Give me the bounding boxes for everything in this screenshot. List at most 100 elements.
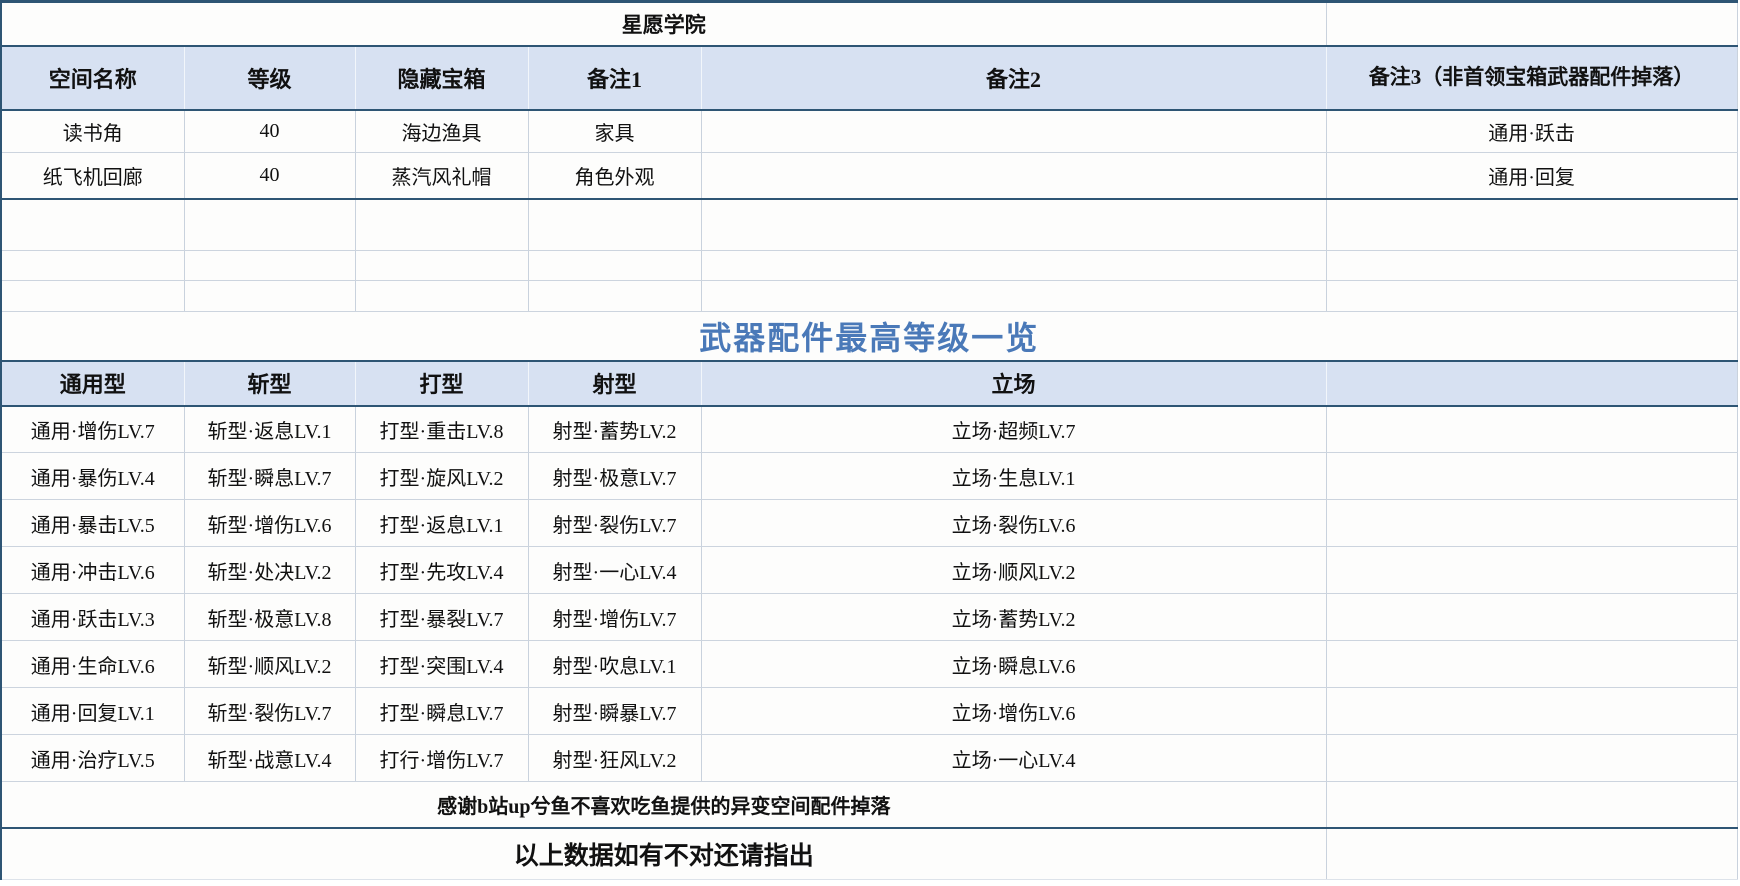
empty-cell [355,199,528,251]
t1-r0-space: 读书角 [1,110,184,153]
t1-r1-level: 40 [184,153,355,199]
empty-cell [184,251,355,281]
t2-cell-empty [1326,641,1737,688]
empty-cell [184,281,355,312]
empty-cell [701,281,1326,312]
empty-row [1,199,1737,251]
credit-note: 感谢b站up兮鱼不喜欢吃鱼提供的异变空间配件掉落 [1,782,1326,828]
t2-cell: 打型·瞬息LV.7 [355,688,528,735]
t2-cell: 打型·返息LV.1 [355,500,528,547]
t2-cell-empty [1326,453,1737,500]
table2-title: 武器配件最高等级一览 [1,312,1737,361]
t1-header-hidden-chest: 隐藏宝箱 [355,46,528,110]
t2-cell: 打型·先攻LV.4 [355,547,528,594]
t2-cell: 射型·一心LV.4 [528,547,701,594]
empty-cell [1,199,184,251]
t1-header-note1: 备注1 [528,46,701,110]
empty-cell [1326,281,1737,312]
t1-r0-note1: 家具 [528,110,701,153]
table1-title-row: 星愿学院 [1,2,1737,46]
table2-row: 通用·冲击LV.6 斩型·处决LV.2 打型·先攻LV.4 射型·一心LV.4 … [1,547,1737,594]
table2-title-row: 武器配件最高等级一览 [1,312,1737,361]
empty-cell [1326,199,1737,251]
disclaimer-note: 以上数据如有不对还请指出 [1,828,1326,880]
table2-row: 通用·暴击LV.5 斩型·增伤LV.6 打型·返息LV.1 射型·裂伤LV.7 … [1,500,1737,547]
empty-row [1,281,1737,312]
empty-cell [1326,251,1737,281]
table1-row: 读书角 40 海边渔具 家具 通用·跃击 [1,110,1737,153]
t2-header-general: 通用型 [1,361,184,406]
t2-cell: 斩型·增伤LV.6 [184,500,355,547]
empty-cell [528,251,701,281]
t1-header-space-name: 空间名称 [1,46,184,110]
t2-cell: 斩型·裂伤LV.7 [184,688,355,735]
t2-cell: 立场·生息LV.1 [701,453,1326,500]
spreadsheet-view: 星愿学院 空间名称 等级 隐藏宝箱 备注1 备注2 备注3（非首领宝箱武器配件掉… [0,0,1740,886]
disclaimer-row: 以上数据如有不对还请指出 [1,828,1737,880]
t2-header-stance: 立场 [701,361,1326,406]
empty-row [1,251,1737,281]
table1-header-row: 空间名称 等级 隐藏宝箱 备注1 备注2 备注3（非首领宝箱武器配件掉落） [1,46,1737,110]
t2-cell: 打行·增伤LV.7 [355,735,528,782]
t2-cell: 斩型·处决LV.2 [184,547,355,594]
empty-cell [701,251,1326,281]
t1-header-note3: 备注3（非首领宝箱武器配件掉落） [1326,46,1737,110]
table2-row: 通用·跃击LV.3 斩型·极意LV.8 打型·暴裂LV.7 射型·增伤LV.7 … [1,594,1737,641]
table1-title-right-empty-cell [1326,2,1737,46]
t2-header-empty [1326,361,1737,406]
table1-title: 星愿学院 [1,2,1326,46]
t2-cell: 通用·暴击LV.5 [1,500,184,547]
table2-row: 通用·暴伤LV.4 斩型·瞬息LV.7 打型·旋风LV.2 射型·极意LV.7 … [1,453,1737,500]
empty-cell [355,281,528,312]
empty-cell [528,281,701,312]
t2-cell: 射型·裂伤LV.7 [528,500,701,547]
t1-r1-note2 [701,153,1326,199]
t2-cell: 斩型·瞬息LV.7 [184,453,355,500]
empty-cell [1,251,184,281]
credit-right-empty-cell [1326,782,1737,828]
t2-cell-empty [1326,500,1737,547]
t1-r1-chest: 蒸汽风礼帽 [355,153,528,199]
t2-cell: 射型·瞬暴LV.7 [528,688,701,735]
t2-cell: 通用·冲击LV.6 [1,547,184,594]
t1-r0-chest: 海边渔具 [355,110,528,153]
drop-tables: 星愿学院 空间名称 等级 隐藏宝箱 备注1 备注2 备注3（非首领宝箱武器配件掉… [0,0,1738,880]
t2-cell: 斩型·极意LV.8 [184,594,355,641]
t2-cell: 通用·跃击LV.3 [1,594,184,641]
t1-r1-note1: 角色外观 [528,153,701,199]
t2-cell: 射型·蓄势LV.2 [528,406,701,453]
disclaimer-right-empty-cell [1326,828,1737,880]
t2-cell: 斩型·返息LV.1 [184,406,355,453]
t2-cell: 立场·一心LV.4 [701,735,1326,782]
t2-cell-empty [1326,406,1737,453]
t2-cell-empty [1326,735,1737,782]
table2-row: 通用·回复LV.1 斩型·裂伤LV.7 打型·瞬息LV.7 射型·瞬暴LV.7 … [1,688,1737,735]
t2-cell: 通用·生命LV.6 [1,641,184,688]
t2-cell: 打型·突围LV.4 [355,641,528,688]
t1-r1-space: 纸飞机回廊 [1,153,184,199]
t2-cell: 立场·瞬息LV.6 [701,641,1326,688]
t2-cell: 打型·旋风LV.2 [355,453,528,500]
t2-cell: 打型·重击LV.8 [355,406,528,453]
empty-cell [1,281,184,312]
t2-cell: 斩型·战意LV.4 [184,735,355,782]
t2-header-strike: 打型 [355,361,528,406]
t1-r1-note3: 通用·回复 [1326,153,1737,199]
t1-header-note2: 备注2 [701,46,1326,110]
t2-cell: 通用·回复LV.1 [1,688,184,735]
empty-cell [528,199,701,251]
t2-header-shot: 射型 [528,361,701,406]
t2-cell-empty [1326,547,1737,594]
t2-cell-empty [1326,688,1737,735]
t1-header-level: 等级 [184,46,355,110]
t2-cell: 立场·蓄势LV.2 [701,594,1326,641]
t2-cell: 立场·增伤LV.6 [701,688,1326,735]
t2-cell: 射型·吹息LV.1 [528,641,701,688]
t2-cell: 立场·顺风LV.2 [701,547,1326,594]
t1-r0-note3: 通用·跃击 [1326,110,1737,153]
t2-cell: 立场·超频LV.7 [701,406,1326,453]
t1-r0-note2 [701,110,1326,153]
empty-cell [355,251,528,281]
t2-cell: 射型·增伤LV.7 [528,594,701,641]
table2-row: 通用·生命LV.6 斩型·顺风LV.2 打型·突围LV.4 射型·吹息LV.1 … [1,641,1737,688]
